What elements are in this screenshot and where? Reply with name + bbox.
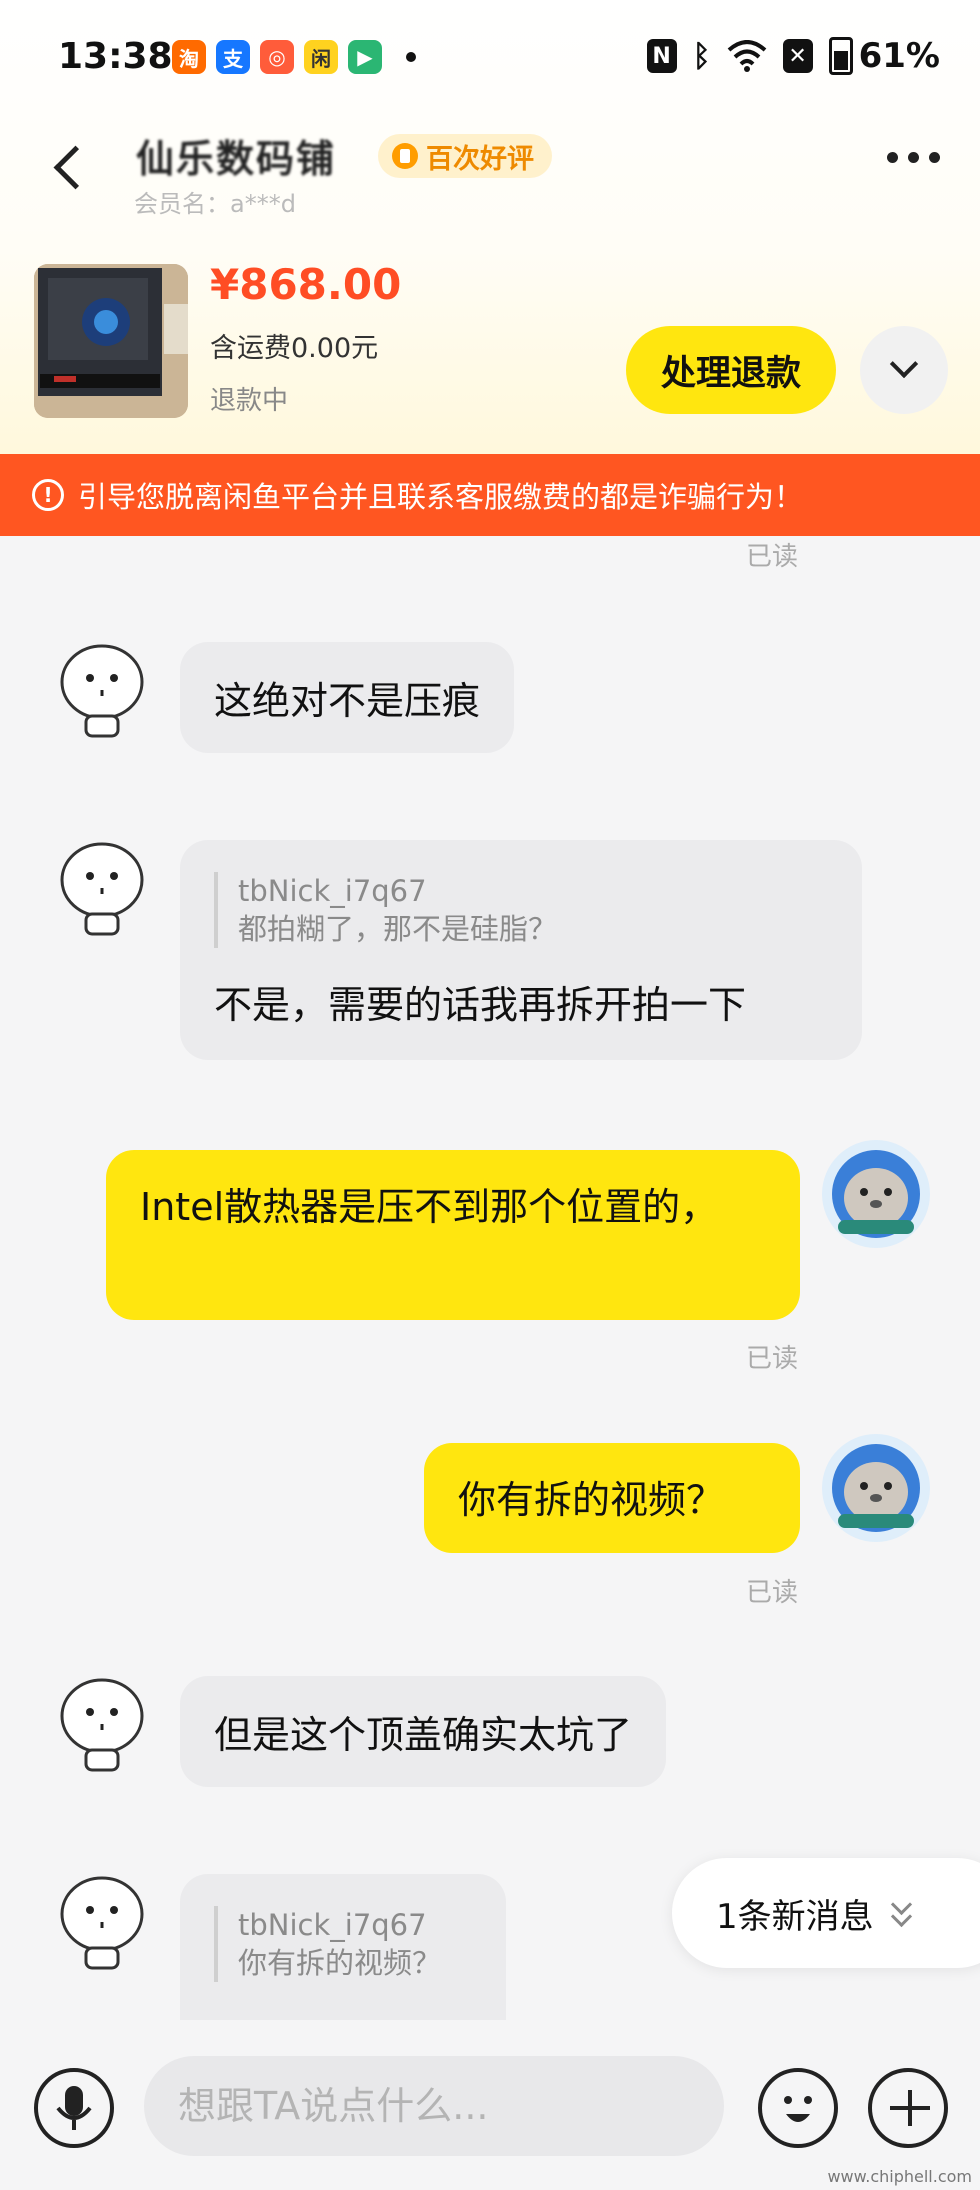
user-avatar[interactable] [820, 1432, 932, 1544]
chat-message-outgoing[interactable]: Intel散热器是压不到那个位置的， [106, 1150, 800, 1320]
emoji-icon [784, 2096, 812, 2122]
battery-percent: 61% [858, 36, 940, 76]
product-thumbnail[interactable] [34, 264, 188, 418]
quoted-text: 都拍糊了，那不是硅脂？ [238, 912, 558, 946]
alipay-icon: 支 [216, 40, 250, 74]
battery-icon [828, 37, 853, 75]
seller-avatar[interactable] [56, 838, 148, 938]
read-receipt: 已读 [746, 542, 799, 572]
refund-status: 退款中 [210, 386, 289, 416]
bluetooth-icon: ᛒ [692, 38, 711, 74]
shop-name: 仙乐数码铺 [136, 137, 337, 181]
message-text: 这绝对不是压痕 [214, 679, 481, 723]
message-text: Intel散热器是压不到那个位置的， [140, 1185, 719, 1229]
video-icon: ▶ [348, 40, 382, 74]
double-chevron-down-icon [892, 1903, 912, 1923]
new-message-indicator[interactable]: 1条新消息 [672, 1858, 980, 1968]
back-button[interactable] [44, 140, 94, 200]
chat-message-incoming[interactable]: 这绝对不是压痕 [180, 642, 515, 753]
system-icons: N ᛒ ✕ 61% [646, 36, 940, 76]
status-bar: 13:38 淘 支 ◎ 闲 ▶ N ᛒ ✕ 61% [0, 0, 980, 118]
more-actions-button[interactable] [868, 2068, 948, 2148]
game-icon: 闲 [304, 40, 338, 74]
seller-avatar[interactable] [56, 1872, 148, 1972]
badge-icon [392, 143, 418, 169]
message-text: 但是这个顶盖确实太坑了 [214, 1713, 633, 1757]
quoted-message: tbNick_i7q67 你有拆的视频？ [214, 1906, 472, 1982]
notification-icons: 淘 支 ◎ 闲 ▶ [172, 40, 416, 74]
motherboard-image [34, 264, 188, 418]
rating-badge: 百次好评 [378, 134, 552, 178]
fraud-warning-banner: ! 引导您脱离闲鱼平台并且联系客服缴费的都是诈骗行为！ [0, 454, 980, 536]
process-refund-button[interactable]: 处理退款 [626, 326, 836, 414]
new-message-label: 1条新消息 [716, 1896, 874, 1937]
read-receipt: 已读 [746, 1578, 799, 1608]
more-notifications-icon [406, 52, 416, 62]
seller-avatar[interactable] [56, 1674, 148, 1774]
read-receipt: 已读 [746, 1344, 799, 1374]
quoted-text: 你有拆的视频？ [238, 1946, 442, 1980]
message-text: 你有拆的视频？ [458, 1478, 725, 1522]
message-text: 不是，需要的话我再拆开拍一下 [214, 983, 747, 1027]
quoted-user: tbNick_i7q67 [238, 1908, 427, 1942]
warning-text: 引导您脱离闲鱼平台并且联系客服缴费的都是诈骗行为！ [78, 480, 804, 514]
quoted-message: tbNick_i7q67 都拍糊了，那不是硅脂？ [214, 872, 828, 948]
taobao-icon: 淘 [172, 40, 206, 74]
app-icon: ◎ [260, 40, 294, 74]
chat-message-outgoing[interactable]: 你有拆的视频？ [424, 1443, 800, 1553]
wifi-icon [727, 40, 766, 72]
shipping-fee: 含运费0.00元 [210, 333, 379, 364]
order-price: ¥868.00 [210, 260, 402, 309]
chat-message-incoming-reply[interactable]: tbNick_i7q67 你有拆的视频？ [180, 1874, 506, 2024]
more-options-button[interactable] [887, 152, 940, 163]
chat-message-incoming[interactable]: 但是这个顶盖确实太坑了 [180, 1676, 667, 1787]
member-name: 会员名：a***d [134, 190, 296, 218]
nfc-icon: N [646, 39, 677, 73]
emoji-button[interactable] [758, 2068, 838, 2148]
microphone-icon [56, 2086, 92, 2130]
watermark: www.chiphell.com [827, 2167, 972, 2186]
status-time: 13:38 [58, 36, 173, 77]
message-input[interactable] [144, 2056, 724, 2156]
voice-input-button[interactable] [34, 2068, 114, 2148]
quoted-user: tbNick_i7q67 [238, 874, 427, 908]
alert-icon: ! [32, 479, 64, 511]
user-avatar[interactable] [820, 1138, 932, 1250]
input-bar: www.chiphell.com [0, 2020, 980, 2190]
seller-avatar[interactable] [56, 640, 148, 740]
expand-order-button[interactable] [860, 326, 948, 414]
rating-badge-label: 百次好评 [426, 143, 534, 175]
vpn-icon: ✕ [782, 39, 813, 73]
chat-message-incoming-reply[interactable]: tbNick_i7q67 都拍糊了，那不是硅脂？ 不是，需要的话我再拆开拍一下 [180, 840, 862, 1060]
